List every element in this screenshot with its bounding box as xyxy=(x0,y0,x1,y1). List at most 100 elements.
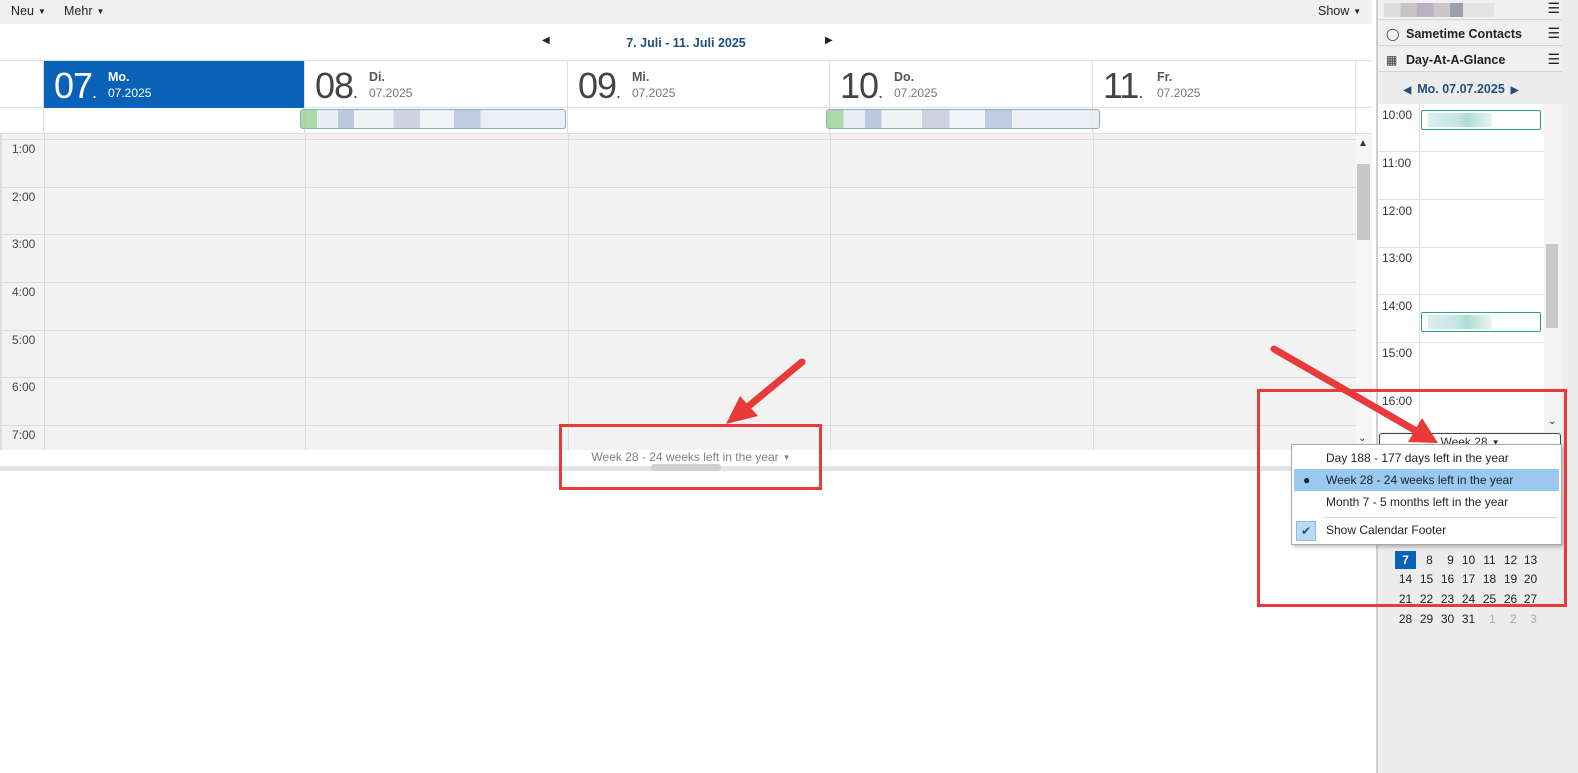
dag-time-grid[interactable]: 10:00 11:00 12:00 13:00 14:00 15:00 16:0… xyxy=(1378,104,1544,432)
header-gutter xyxy=(0,61,44,108)
allday-cell[interactable] xyxy=(44,108,305,134)
allday-cell[interactable] xyxy=(1093,108,1356,134)
new-label: Neu xyxy=(11,4,34,18)
day-date: 07.2025 xyxy=(108,86,152,100)
chat-bubble-icon: ◯ xyxy=(1386,27,1400,41)
day-name: Fr. xyxy=(1157,70,1173,84)
mini-cal-day-next-month[interactable]: 1 xyxy=(1482,612,1503,626)
allday-gutter xyxy=(0,108,44,134)
dag-time-label: 13:00 xyxy=(1382,251,1413,265)
time-label: 7:00 xyxy=(12,428,36,442)
hamburger-icon[interactable]: ☰ xyxy=(1547,51,1560,68)
dag-event[interactable] xyxy=(1421,110,1541,130)
sametime-panel-header[interactable]: ◯ Sametime Contacts ☰ xyxy=(1378,22,1562,46)
grid-divider xyxy=(305,134,306,450)
day-number: 11. xyxy=(1103,65,1143,106)
grid-divider xyxy=(568,134,569,450)
dag-row: 11:00 xyxy=(1378,152,1544,200)
day-name: Di. xyxy=(369,70,385,84)
grid-divider xyxy=(830,134,831,450)
dag-row: 13:00 xyxy=(1378,247,1544,295)
day-headers: 07. Mo. 07.2025 08. Di. 07.2025 09. Mi. … xyxy=(0,60,1372,108)
show-label: Show xyxy=(1318,4,1350,18)
previous-day-icon[interactable]: ◀ xyxy=(1404,85,1412,96)
day-date: 07.2025 xyxy=(1157,86,1201,100)
all-day-row xyxy=(0,108,1372,134)
day-date: 07.2025 xyxy=(894,86,938,100)
more-label: Mehr xyxy=(64,4,93,18)
dag-time-label: 15:00 xyxy=(1382,346,1413,360)
time-label: 5:00 xyxy=(12,333,36,347)
dag-time-label: 11:00 xyxy=(1382,156,1412,170)
time-row: 1:00 xyxy=(2,139,1356,187)
time-row: 2:00 xyxy=(2,187,1356,235)
show-menu-button[interactable]: Show ▼ xyxy=(1318,4,1361,18)
dag-scroll-thumb[interactable] xyxy=(1546,244,1558,328)
hamburger-icon[interactable]: ☰ xyxy=(1547,0,1560,17)
time-label: 4:00 xyxy=(12,285,36,299)
sidebar-top-panel: ☰ xyxy=(1378,0,1562,20)
new-menu-button[interactable]: Neu ▼ xyxy=(11,4,46,18)
user-avatar xyxy=(1384,3,1494,17)
day-number: 10. xyxy=(840,65,883,106)
time-row: 5:00 xyxy=(2,330,1356,378)
mini-cal-day-next-month[interactable]: 3 xyxy=(1523,612,1544,626)
dag-time-label: 14:00 xyxy=(1382,299,1413,313)
day-number: 08. xyxy=(315,65,358,106)
time-label: 6:00 xyxy=(12,380,36,394)
time-row: 3:00 xyxy=(2,234,1356,282)
dag-title: Day-At-A-Glance xyxy=(1406,53,1506,67)
all-day-event[interactable] xyxy=(826,109,1100,129)
time-grid[interactable]: 1:00 2:00 3:00 4:00 5:00 6:00 7:00 xyxy=(0,134,1356,450)
hamburger-icon[interactable]: ☰ xyxy=(1547,25,1560,42)
dag-date-nav: ◀ Mo. 07.07.2025 ▶ xyxy=(1378,78,1544,102)
time-label: 2:00 xyxy=(12,190,36,204)
sametime-title: Sametime Contacts xyxy=(1406,27,1523,41)
day-number: 07. xyxy=(54,65,97,106)
time-row: 4:00 xyxy=(2,282,1356,330)
day-name: Do. xyxy=(894,70,915,84)
all-day-event[interactable] xyxy=(300,109,566,129)
time-label: 3:00 xyxy=(12,237,36,251)
mini-cal-day[interactable]: 28 xyxy=(1395,612,1416,626)
day-at-a-glance-header[interactable]: ▦ Day-At-A-Glance ☰ xyxy=(1378,48,1562,72)
allday-cell[interactable] xyxy=(568,108,830,134)
range-navigation: ◀ 7. Juli - 11. Juli 2025 ▶ xyxy=(0,24,1372,60)
dag-row: 15:00 xyxy=(1378,342,1544,390)
day-name: Mi. xyxy=(632,70,650,84)
dag-row: 12:00 xyxy=(1378,200,1544,248)
grid-scroll-thumb[interactable] xyxy=(1357,164,1370,240)
time-row: 6:00 xyxy=(2,377,1356,425)
day-date: 07.2025 xyxy=(632,86,676,100)
annotation-box-menu xyxy=(1257,389,1567,607)
scroll-up-icon[interactable]: ▲ xyxy=(1358,138,1368,149)
next-range-icon[interactable]: ▶ xyxy=(825,35,833,46)
next-day-icon[interactable]: ▶ xyxy=(1511,85,1519,96)
day-header-monday[interactable]: 07. Mo. 07.2025 xyxy=(44,61,305,108)
calendar-icon: ▦ xyxy=(1386,53,1398,67)
chevron-down-icon: ▼ xyxy=(1353,7,1362,16)
mini-cal-day[interactable]: 29 xyxy=(1416,612,1437,626)
toolbar: Neu ▼ Mehr ▼ Show ▼ xyxy=(0,0,1372,24)
dag-time-label: 10:00 xyxy=(1382,108,1413,122)
more-menu-button[interactable]: Mehr ▼ xyxy=(64,4,104,18)
day-header-thursday[interactable]: 10. Do. 07.2025 xyxy=(830,61,1093,108)
day-header-friday[interactable]: 11. Fr. 07.2025 xyxy=(1093,61,1356,108)
time-label: 1:00 xyxy=(12,142,36,156)
day-header-wednesday[interactable]: 09. Mi. 07.2025 xyxy=(568,61,830,108)
day-header-tuesday[interactable]: 08. Di. 07.2025 xyxy=(305,61,568,108)
chevron-down-icon: ▼ xyxy=(37,7,46,16)
mini-cal-day-next-month[interactable]: 2 xyxy=(1503,612,1524,626)
grid-divider xyxy=(44,134,45,450)
day-name: Mo. xyxy=(108,70,130,84)
annotation-box-footer xyxy=(559,424,822,490)
day-date: 07.2025 xyxy=(369,86,413,100)
chevron-down-icon: ▼ xyxy=(96,7,105,16)
range-title: 7. Juli - 11. Juli 2025 xyxy=(626,36,746,50)
dag-event[interactable] xyxy=(1421,312,1541,332)
mini-cal-day[interactable]: 30 xyxy=(1437,612,1458,626)
grid-divider xyxy=(1093,134,1094,450)
mini-cal-day[interactable]: 31 xyxy=(1458,612,1479,626)
day-number: 09. xyxy=(578,65,621,106)
dag-date: Mo. 07.07.2025 xyxy=(1417,82,1505,96)
